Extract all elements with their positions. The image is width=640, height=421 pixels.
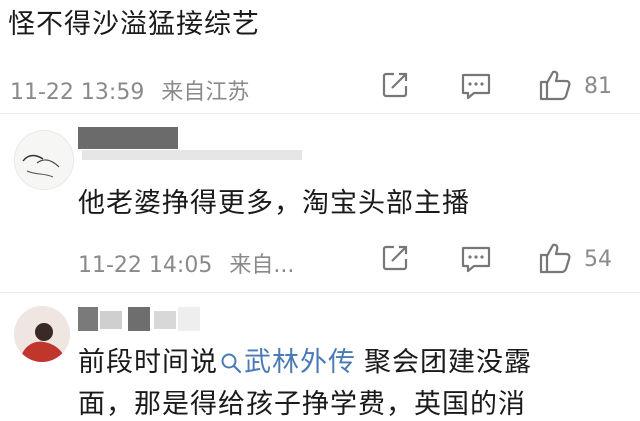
comment-text: 他老婆挣得更多，淘宝头部主播 [78, 188, 470, 219]
comment-text: 前段时间说 武林外传 聚会团建没露 [78, 340, 532, 381]
username-redacted[interactable] [78, 307, 200, 331]
username-redacted[interactable] [78, 127, 178, 149]
location: 来自... [229, 253, 295, 278]
comment-timestamp: 11-22 13:59 来自江苏 [10, 74, 249, 106]
share-icon[interactable] [380, 70, 410, 100]
comment-icon[interactable] [460, 71, 492, 101]
topic-link[interactable]: 武林外传 [218, 347, 356, 378]
share-icon[interactable] [380, 243, 410, 273]
like-count: 81 [584, 74, 612, 99]
location: 来自江苏 [161, 80, 250, 105]
comment-text-line2: 面，那是得给孩子挣学费，英国的消 [78, 389, 526, 420]
comment-timestamp: 11-22 14:05 来自... [78, 247, 294, 279]
timestamp: 11-22 14:05 [78, 253, 213, 278]
divider [0, 292, 640, 293]
like-icon[interactable] [538, 241, 572, 275]
search-icon [220, 350, 242, 381]
text-before-link: 前段时间说 [78, 347, 218, 378]
topic-link-label: 武林外传 [244, 347, 356, 378]
text-after-link: 聚会团建没露 [364, 347, 532, 378]
comment-icon[interactable] [460, 244, 492, 274]
avatar[interactable] [14, 130, 74, 190]
avatar[interactable] [14, 306, 70, 362]
like-count: 54 [584, 247, 612, 272]
username-cropped [82, 150, 302, 160]
comment-text: 怪不得沙溢猛接综艺 [8, 9, 260, 40]
divider [0, 113, 640, 114]
timestamp: 11-22 13:59 [10, 80, 145, 105]
like-icon[interactable] [538, 68, 572, 102]
